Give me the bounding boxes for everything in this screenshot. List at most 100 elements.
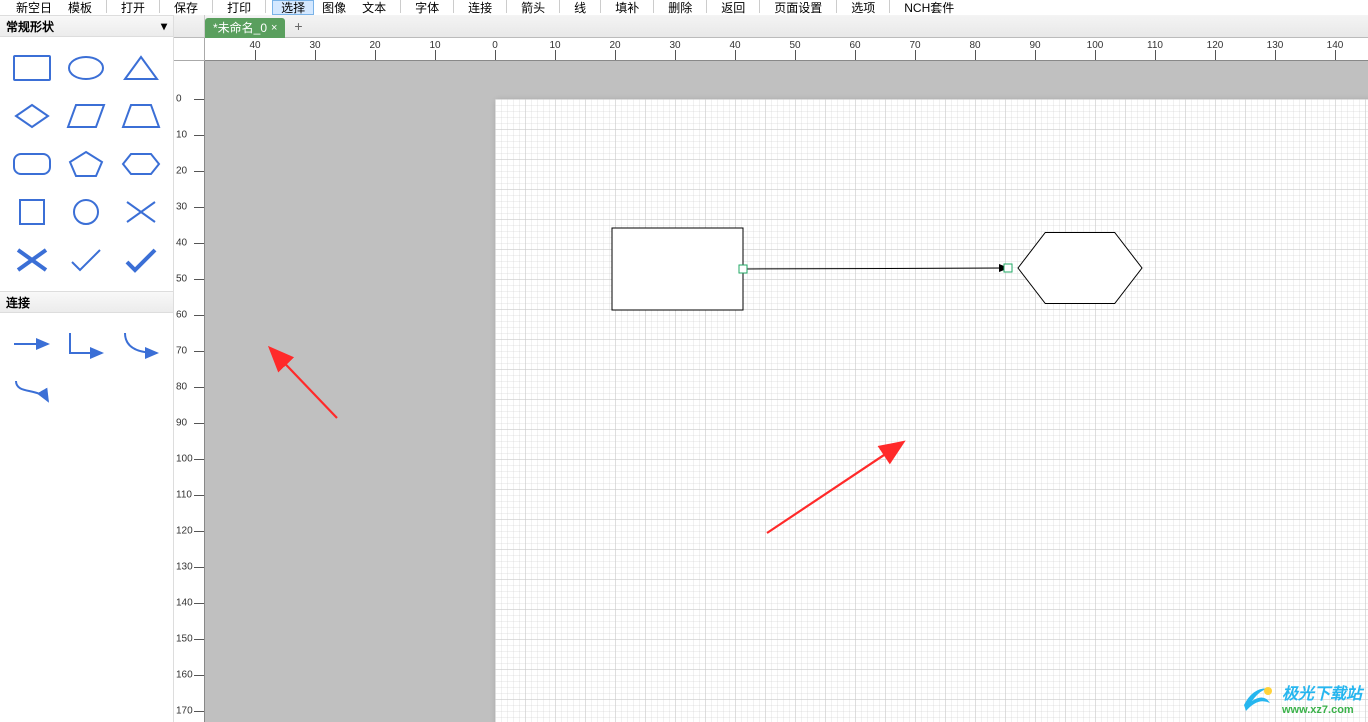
toolbar-separator [559, 0, 560, 13]
canvas-drawing [205, 61, 1368, 722]
toolbar-打开[interactable]: 打开 [113, 0, 153, 15]
ruler-h-label: 30 [669, 40, 680, 51]
connector-curve[interactable] [117, 323, 165, 365]
ruler-h-label: 20 [369, 40, 380, 51]
toolbar-连接[interactable]: 连接 [460, 0, 500, 15]
canvas-hexagon[interactable] [1018, 233, 1142, 304]
connector-elbow[interactable] [62, 323, 110, 365]
ruler-v-label: 110 [176, 490, 192, 501]
toolbar-图像[interactable]: 图像 [314, 0, 354, 15]
toolbar-separator [212, 0, 213, 13]
ruler-h-label: 60 [849, 40, 860, 51]
ruler-h-label: 0 [492, 40, 498, 51]
connector-handle[interactable] [1004, 264, 1012, 272]
toolbar-保存[interactable]: 保存 [166, 0, 206, 15]
shape-rounded-rect[interactable] [8, 143, 56, 185]
toolbar-新空日[interactable]: 新空日 [8, 0, 60, 15]
shapes-grid [0, 37, 173, 291]
toolbar-删除[interactable]: 删除 [660, 0, 700, 15]
toolbar-填补[interactable]: 填补 [607, 0, 647, 15]
toolbar-线[interactable]: 线 [566, 0, 594, 15]
toolbar-separator [106, 0, 107, 13]
collapse-icon[interactable]: ▾ [161, 19, 167, 33]
toolbar-separator [889, 0, 890, 13]
ruler-v-label: 40 [176, 238, 187, 249]
ruler-corner [174, 38, 205, 61]
watermark-url: www.xz7.com [1282, 704, 1362, 716]
connectors-panel-header[interactable]: 连接 [0, 291, 173, 313]
annotation-arrow [271, 349, 337, 418]
toolbar-返回[interactable]: 返回 [713, 0, 753, 15]
shape-ellipse[interactable] [62, 47, 110, 89]
canvas-connector[interactable] [743, 268, 1008, 269]
toolbar-选项[interactable]: 选项 [843, 0, 883, 15]
shape-parallelogram[interactable] [62, 95, 110, 137]
shape-check-bold[interactable] [117, 239, 165, 281]
ruler-h-label: 40 [249, 40, 260, 51]
shape-diamond[interactable] [8, 95, 56, 137]
connector-handle[interactable] [739, 265, 747, 273]
ruler-v-label: 130 [176, 562, 193, 573]
main-area: 常规形状 ▾ 连接 [0, 15, 1368, 722]
ruler-h-label: 20 [609, 40, 620, 51]
shape-x-bold[interactable] [8, 239, 56, 281]
ruler-h-label: 10 [429, 40, 440, 51]
ruler-v-label: 80 [176, 382, 187, 393]
shape-x-thin[interactable] [117, 191, 165, 233]
toolbar-separator [506, 0, 507, 13]
watermark-logo-icon [1240, 681, 1276, 715]
toolbar-separator [759, 0, 760, 13]
ruler-v-label: 30 [176, 202, 187, 213]
ruler-h-label: 40 [729, 40, 740, 51]
tab-spacer [174, 15, 205, 37]
connectors-grid [0, 313, 173, 423]
shape-trapezoid[interactable] [117, 95, 165, 137]
canvas-rectangle[interactable] [612, 228, 743, 310]
toolbar-separator [400, 0, 401, 13]
watermark-title: 极光下载站 [1282, 680, 1362, 704]
ruler-v-label: 50 [176, 274, 187, 285]
toolbar-箭头[interactable]: 箭头 [513, 0, 553, 15]
toolbar: 新空日模板打开保存打印选择图像文本字体连接箭头线填补删除返回页面设置选项 NCH套… [0, 0, 1368, 15]
ruler-h-label: 140 [1327, 40, 1344, 51]
shape-circle[interactable] [62, 191, 110, 233]
shape-triangle[interactable] [117, 47, 165, 89]
toolbar-打印[interactable]: 打印 [219, 0, 259, 15]
tab-active[interactable]: *未命名_0 × [205, 18, 285, 38]
sidebar: 常规形状 ▾ 连接 [0, 15, 174, 722]
vertical-ruler[interactable]: 0102030405060708090100110120130140150160… [174, 61, 205, 722]
connector-straight[interactable] [8, 323, 56, 365]
toolbar-separator [706, 0, 707, 13]
ruler-h-label: 50 [789, 40, 800, 51]
shape-check-thin[interactable] [62, 239, 110, 281]
watermark: 极光下载站 www.xz7.com [1240, 680, 1362, 716]
tab-close-icon[interactable]: × [271, 22, 277, 34]
annotation-arrow [767, 443, 902, 533]
toolbar-separator [836, 0, 837, 13]
shape-pentagon[interactable] [62, 143, 110, 185]
horizontal-ruler[interactable]: 7060504030201001020304050607080901001101… [205, 38, 1368, 61]
toolbar-页面设置[interactable]: 页面设置 [766, 0, 830, 15]
toolbar-字体[interactable]: 字体 [407, 0, 447, 15]
ruler-h-label: 100 [1087, 40, 1104, 51]
canvas-area: *未命名_0 × + 70605040302010010203040506070… [174, 15, 1368, 722]
shape-hexagon[interactable] [117, 143, 165, 185]
toolbar-模板[interactable]: 模板 [60, 0, 100, 15]
tab-bar: *未命名_0 × + [174, 15, 1368, 38]
ruler-v-label: 0 [176, 94, 182, 105]
tab-add-button[interactable]: + [289, 18, 307, 34]
ruler-v-label: 160 [176, 670, 193, 681]
toolbar-选择[interactable]: 选择 [272, 0, 314, 15]
toolbar-文本[interactable]: 文本 [354, 0, 394, 15]
ruler-v-label: 20 [176, 166, 187, 177]
toolbar-NCH套件[interactable]: NCH套件 [896, 0, 962, 15]
ruler-v-label: 140 [176, 598, 193, 609]
connector-s-curve[interactable] [8, 371, 56, 413]
ruler-h-label: 130 [1267, 40, 1284, 51]
ruler-v-label: 10 [176, 130, 187, 141]
shape-rectangle[interactable] [8, 47, 56, 89]
toolbar-separator [453, 0, 454, 13]
shape-square[interactable] [8, 191, 56, 233]
canvas-viewport[interactable] [205, 61, 1368, 722]
shapes-panel-header[interactable]: 常规形状 ▾ [0, 15, 173, 37]
